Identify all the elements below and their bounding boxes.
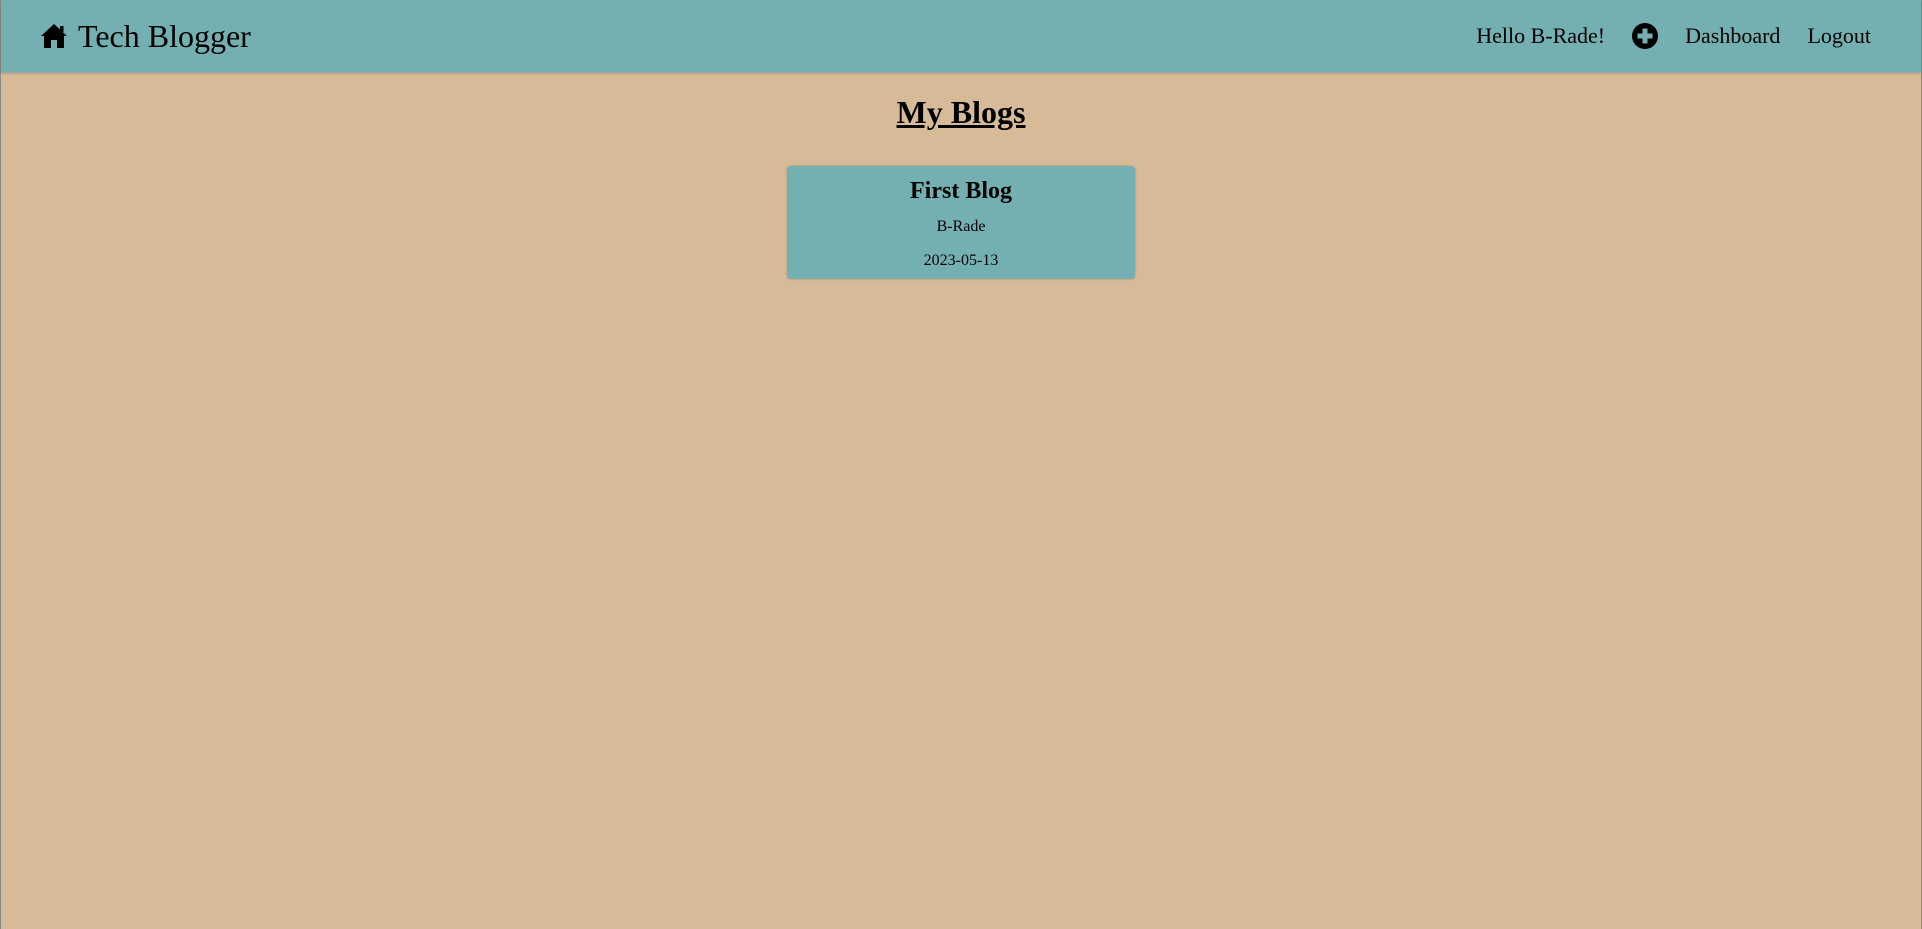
blog-card-author: B-Rade bbox=[936, 218, 986, 235]
blog-card-title: First Blog bbox=[910, 178, 1012, 204]
nav-logout-link[interactable]: Logout bbox=[1807, 23, 1871, 49]
user-greeting: Hello B-Rade! bbox=[1476, 23, 1606, 48]
blog-card[interactable]: First Blog B-Rade 2023-05-13 bbox=[787, 166, 1135, 279]
plus-circle-icon bbox=[1632, 23, 1659, 49]
add-blog-button[interactable] bbox=[1631, 22, 1659, 50]
page-title: My Blogs bbox=[896, 94, 1026, 130]
brand-title: Tech Blogger bbox=[78, 18, 251, 54]
home-icon bbox=[40, 23, 68, 49]
nav-dashboard-link[interactable]: Dashboard bbox=[1685, 23, 1780, 49]
nav-right: Hello B-Rade! Dashboard Logout bbox=[1476, 0, 1871, 72]
brand-home-link[interactable]: Tech Blogger bbox=[40, 0, 251, 72]
blog-card-date: 2023-05-13 bbox=[923, 252, 999, 269]
navbar: Tech Blogger Hello B-Rade! Dashboard Log… bbox=[1, 0, 1921, 73]
